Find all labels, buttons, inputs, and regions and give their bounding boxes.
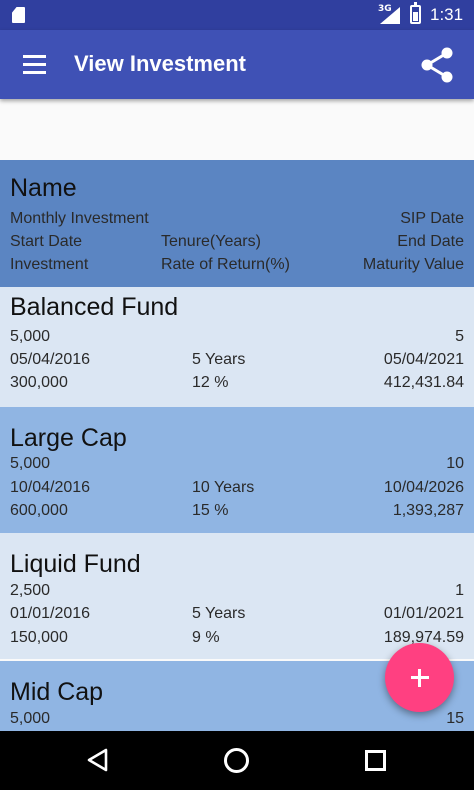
menu-bar — [23, 71, 46, 74]
maturity-value: 412,431.84 — [383, 374, 464, 391]
item-line-1: 5,000 15 — [10, 710, 464, 732]
item-line-1: 5,000 5 — [10, 328, 464, 350]
header-rate-of-return: Rate of Return(%) — [161, 256, 290, 273]
page-title: View Investment — [74, 51, 246, 76]
sip-date: 5 — [455, 328, 464, 345]
status-time: 1:31 — [430, 5, 464, 24]
item-line-3: 150,000 9 % 189,974.59 — [10, 629, 464, 651]
investment-name: Large Cap — [10, 424, 127, 452]
share-icon[interactable] — [419, 47, 459, 83]
battery-icon — [410, 2, 421, 24]
header-tenure: Tenure(Years) — [161, 233, 261, 250]
status-bar: 3G 1:31 — [0, 0, 474, 30]
header-monthly-investment: Monthly Investment — [10, 210, 149, 227]
rate-of-return: 9 % — [192, 629, 220, 646]
start-date: 05/04/2016 — [10, 351, 91, 368]
investment-amount: 300,000 — [10, 374, 68, 391]
header-maturity-value: Maturity Value — [362, 256, 464, 273]
investment-name: Liquid Fund — [10, 550, 141, 578]
header-line-2: Start Date Tenure(Years) End Date — [10, 233, 464, 255]
item-line-2: 05/04/2016 5 Years 05/04/2021 — [10, 351, 464, 373]
app-bar: View Investment — [0, 30, 474, 99]
end-date: 05/04/2021 — [383, 351, 464, 368]
header-line-3: Investment Rate of Return(%) Maturity Va… — [10, 256, 464, 278]
tenure: 10 Years — [192, 479, 255, 496]
investment-amount: 150,000 — [10, 629, 68, 646]
menu-bar — [23, 63, 46, 66]
end-date: 01/01/2021 — [383, 605, 464, 622]
tenure: 5 Years — [192, 351, 246, 368]
network-type-label: 3G — [378, 4, 392, 14]
header-start-date: Start Date — [10, 233, 83, 250]
add-investment-button[interactable] — [385, 643, 454, 712]
investment-name: Mid Cap — [10, 678, 104, 706]
item-line-3: 600,000 15 % 1,393,287 — [10, 502, 464, 524]
header-end-date: End Date — [397, 233, 464, 250]
header-line-1: Monthly Investment SIP Date — [10, 210, 464, 232]
recents-square-icon[interactable] — [365, 750, 386, 771]
header-investment: Investment — [10, 256, 89, 273]
sip-date: 15 — [446, 710, 464, 727]
back-triangle-icon[interactable] — [86, 748, 110, 772]
blank-area — [0, 99, 474, 160]
item-line-1: 5,000 10 — [10, 455, 464, 477]
rate-of-return: 15 % — [192, 502, 229, 519]
sip-date: 1 — [455, 582, 464, 599]
investment-item-liquid-fund[interactable]: Liquid Fund 2,500 1 01/01/2016 5 Years 0… — [0, 533, 474, 659]
investment-item-balanced-fund[interactable]: Balanced Fund 5,000 5 05/04/2016 5 Years… — [0, 287, 474, 413]
item-line-2: 10/04/2016 10 Years 10/04/2026 — [10, 479, 464, 501]
start-date: 10/04/2016 — [10, 479, 91, 496]
item-line-2: 01/01/2016 5 Years 01/01/2021 — [10, 605, 464, 627]
monthly-investment: 2,500 — [10, 582, 51, 599]
header-name: Name — [10, 174, 77, 202]
maturity-value: 1,393,287 — [392, 502, 464, 519]
item-line-3: 300,000 12 % 412,431.84 — [10, 374, 464, 396]
monthly-investment: 5,000 — [10, 455, 51, 472]
monthly-investment: 5,000 — [10, 328, 51, 345]
rate-of-return: 12 % — [192, 374, 229, 391]
home-circle-icon[interactable] — [224, 748, 249, 773]
menu-bar — [23, 55, 46, 58]
monthly-investment: 5,000 — [10, 710, 51, 727]
sd-card-icon — [12, 7, 25, 23]
start-date: 01/01/2016 — [10, 605, 91, 622]
investment-name: Balanced Fund — [10, 293, 179, 321]
investment-amount: 600,000 — [10, 502, 68, 519]
system-nav-bar — [0, 731, 474, 790]
investment-item-large-cap[interactable]: Large Cap 5,000 10 10/04/2016 10 Years 1… — [0, 407, 474, 533]
tenure: 5 Years — [192, 605, 246, 622]
header-sip-date: SIP Date — [400, 210, 464, 227]
item-line-1: 2,500 1 — [10, 582, 464, 604]
list-header: Name Monthly Investment SIP Date Start D… — [0, 160, 474, 287]
end-date: 10/04/2026 — [383, 479, 464, 496]
sip-date: 10 — [446, 455, 464, 472]
hamburger-menu-icon[interactable] — [14, 48, 54, 82]
